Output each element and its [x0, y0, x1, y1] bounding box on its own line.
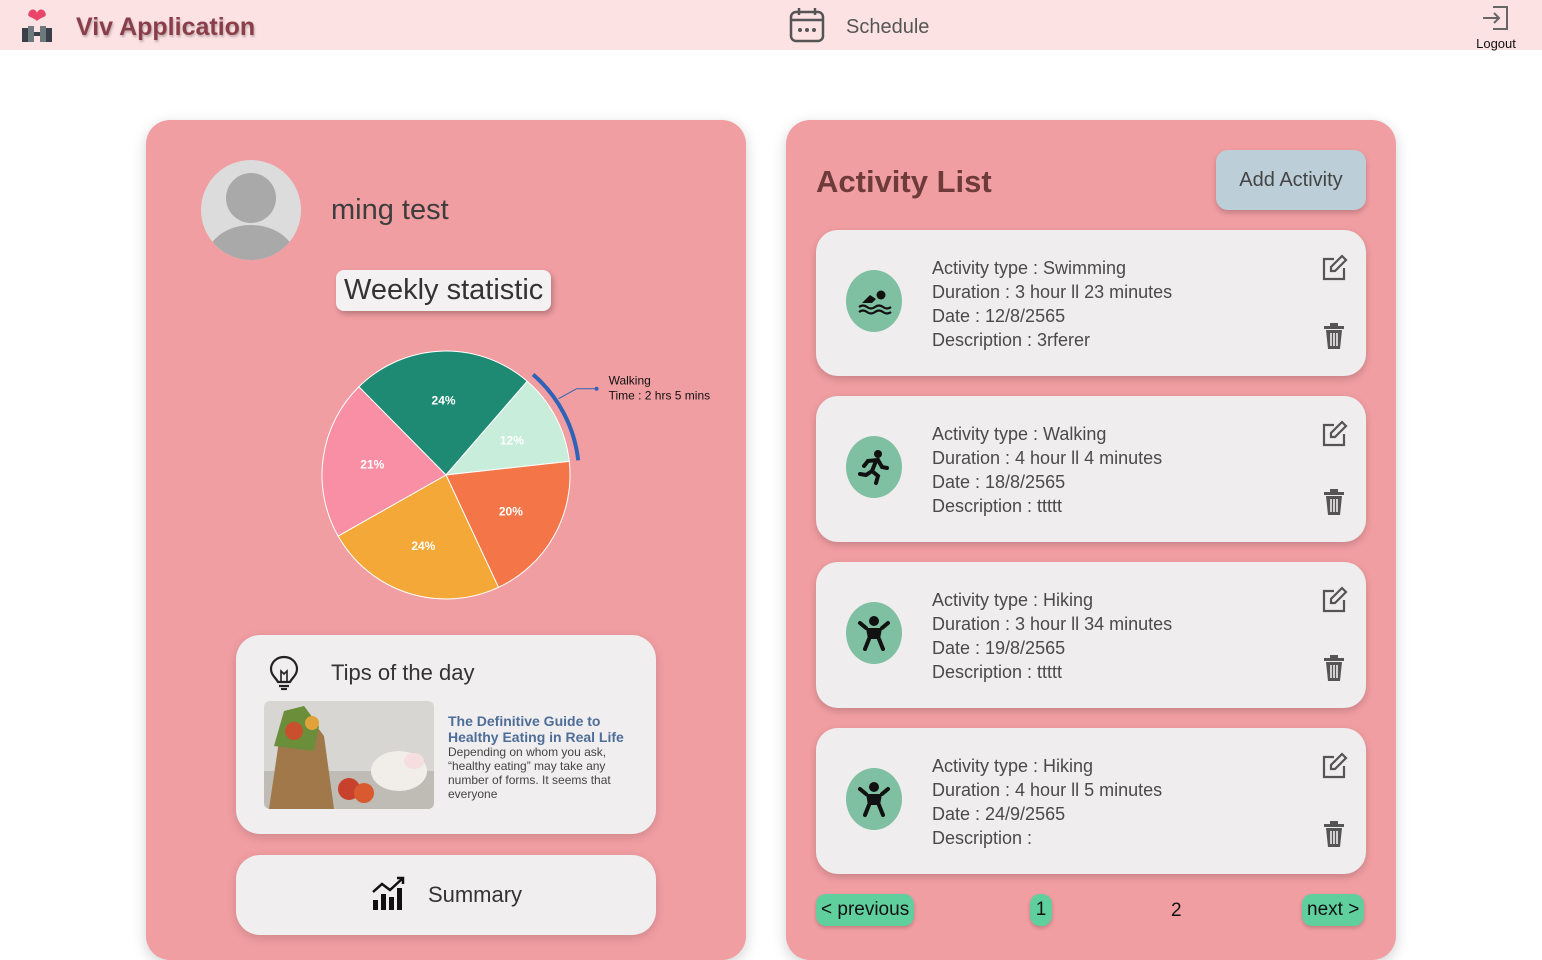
weekly-statistic-title: Weekly statistic	[336, 270, 552, 311]
add-activity-button[interactable]: Add Activity	[1216, 150, 1366, 210]
article-snippet: Depending on whom you ask, “healthy eati…	[448, 745, 611, 801]
activity-type: Activity type : Swimming	[932, 258, 1127, 278]
activity-duration: Duration : 3 hour ll 23 minutes	[932, 282, 1173, 302]
pie-slice-label: 21%	[360, 458, 384, 472]
logout-button[interactable]: Logout	[1466, 3, 1526, 51]
trash-icon[interactable]	[1323, 488, 1345, 521]
pie-slice-label: 12%	[500, 433, 524, 447]
tooltip-leader-dot	[594, 386, 599, 391]
activity-date: Date : 19/8/2565	[932, 638, 1066, 658]
edit-icon[interactable]	[1320, 420, 1348, 453]
next-page-button[interactable]: next >	[1302, 894, 1365, 926]
tooltip-activity: Walking	[609, 374, 651, 388]
article-title-link[interactable]: The Definitive Guide to Healthy Eating i…	[448, 713, 638, 745]
activity-description: Description : ttttt	[932, 496, 1063, 516]
tips-title: Tips of the day	[331, 660, 475, 685]
swimming-icon	[846, 270, 902, 332]
activity-description: Description : ttttt	[932, 662, 1063, 682]
profile-card: ming test Weekly statistic 24% 12% Walking…	[146, 120, 746, 960]
hiking-icon	[846, 602, 902, 664]
article-image[interactable]	[264, 701, 434, 809]
activity-duration: Duration : 3 hour ll 34 minutes	[932, 614, 1173, 634]
activity-type: Activity type : Walking	[932, 424, 1107, 444]
previous-page-button[interactable]: < previous	[816, 894, 915, 926]
trash-icon[interactable]	[1323, 322, 1345, 355]
app-title: Viv Application	[76, 13, 256, 41]
lightbulb-icon	[268, 655, 300, 696]
pie-slice-label: 24%	[432, 394, 456, 408]
activity-list-title: Activity List	[816, 164, 992, 199]
page-1-button[interactable]: 1	[1030, 894, 1052, 926]
trash-icon[interactable]	[1323, 654, 1345, 687]
activity-date: Date : 24/9/2565	[932, 804, 1066, 824]
calendar-icon	[788, 6, 826, 49]
brand[interactable]: Viv Application	[18, 6, 255, 49]
schedule-label: Schedule	[846, 16, 930, 38]
activity-date: Date : 18/8/2565	[932, 472, 1066, 492]
page-2-link[interactable]: 2	[1171, 900, 1182, 922]
tips-card[interactable]: Tips of the day The Definitive Guide to …	[236, 635, 656, 834]
edit-icon[interactable]	[1320, 586, 1348, 619]
summary-button[interactable]: Summary	[236, 855, 656, 935]
avatar	[201, 160, 301, 260]
pie-slice-label: 24%	[411, 539, 435, 553]
trash-icon[interactable]	[1323, 820, 1345, 853]
activity-type: Activity type : Hiking	[932, 756, 1094, 776]
user-name: ming test	[331, 194, 449, 226]
weekly-pie-chart[interactable]: 24% 12% WalkingTime : 2 hrs 5 mins 20% 24% 21…	[296, 335, 736, 610]
tooltip-leader-line	[558, 388, 597, 400]
activity-item: Activity type : Hiking Duration : 3 hour…	[816, 562, 1366, 708]
summary-label: Summary	[427, 882, 523, 907]
chart-growth-icon	[370, 874, 408, 917]
activity-duration: Duration : 4 hour ll 4 minutes	[932, 448, 1163, 468]
activity-duration: Duration : 4 hour ll 5 minutes	[932, 780, 1163, 800]
activity-list-card: Activity List Add Activity Activity type…	[786, 120, 1396, 960]
activity-type: Activity type : Hiking	[932, 590, 1094, 610]
activity-item: Activity type : Walking Duration : 4 hou…	[816, 396, 1366, 542]
app-logo-icon	[18, 6, 56, 49]
activity-date: Date : 12/8/2565	[932, 306, 1066, 326]
hiking-icon	[846, 768, 902, 830]
schedule-link[interactable]: Schedule	[788, 6, 929, 49]
running-icon	[846, 436, 902, 498]
activity-item: Activity type : Hiking Duration : 4 hour…	[816, 728, 1366, 874]
logout-label: Logout	[1476, 36, 1516, 51]
edit-icon[interactable]	[1320, 752, 1348, 785]
activity-item: Activity type : Swimming Duration : 3 ho…	[816, 230, 1366, 376]
top-bar: Viv Application Schedule Logout	[0, 0, 1542, 51]
logout-icon	[1479, 6, 1513, 37]
tooltip-time: Time : 2 hrs 5 mins	[609, 389, 711, 403]
activity-description: Description : 3rferer	[932, 330, 1091, 350]
edit-icon[interactable]	[1320, 254, 1348, 287]
activity-description: Description :	[932, 828, 1033, 848]
pie-slice-label: 20%	[499, 504, 523, 518]
